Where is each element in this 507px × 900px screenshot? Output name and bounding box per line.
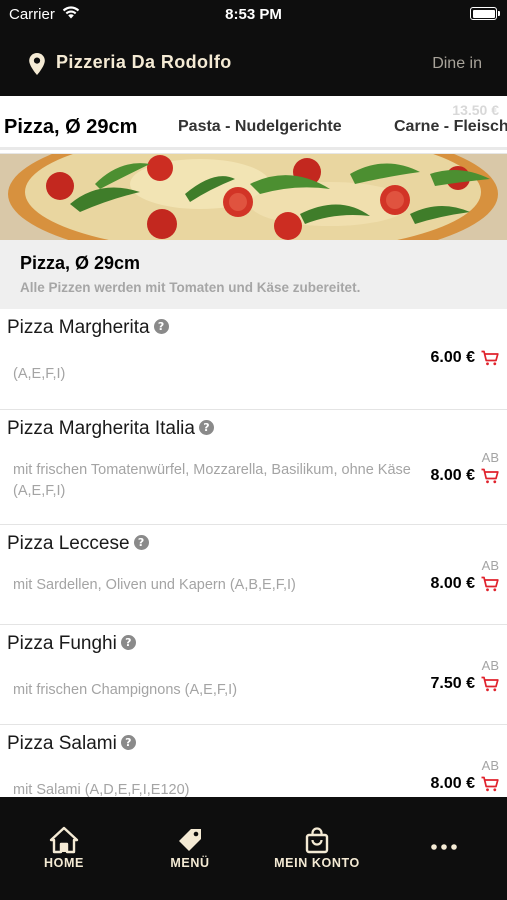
item-name: Pizza Salami bbox=[7, 733, 117, 754]
cart-icon[interactable] bbox=[481, 468, 499, 484]
item-price-row[interactable]: 8.00 € bbox=[431, 467, 499, 485]
menu-item[interactable]: Pizza Margherita ? (A,E,F,I) 6.00 € bbox=[0, 309, 507, 410]
item-price: 7.50 € bbox=[430, 675, 475, 692]
item-name-row: Pizza Leccese ? bbox=[7, 533, 149, 555]
nav-more[interactable] bbox=[389, 837, 499, 857]
item-description: mit Salami (A,D,E,F,I,E120) bbox=[13, 782, 190, 797]
info-icon[interactable]: ? bbox=[198, 419, 214, 435]
app-header: Pizzeria Da Rodolfo Dine in bbox=[0, 30, 507, 96]
item-description: mit frischen Tomatenwürfel, Mozzarella, … bbox=[13, 462, 411, 499]
item-name-row: Pizza Salami ? bbox=[7, 733, 136, 755]
category-description: Alle Pizzen werden mit Tomaten und Käse … bbox=[20, 280, 361, 295]
info-icon[interactable]: ? bbox=[120, 634, 136, 650]
tab-bar-divider bbox=[0, 147, 507, 150]
item-price-row[interactable]: 8.00 € bbox=[431, 575, 499, 593]
more-icon bbox=[389, 837, 499, 857]
info-icon[interactable]: ? bbox=[153, 318, 169, 334]
nav-menu-label: MENÜ bbox=[170, 856, 210, 870]
item-name: Pizza Margherita Italia bbox=[7, 418, 195, 439]
dine-in-toggle[interactable]: Dine in bbox=[432, 55, 482, 73]
category-header: Pizza, Ø 29cm Alle Pizzen werden mit Tom… bbox=[0, 240, 507, 309]
cart-icon[interactable] bbox=[481, 576, 499, 592]
menu-item[interactable]: Pizza Leccese ? mit Sardellen, Oliven un… bbox=[0, 525, 507, 625]
item-price-row[interactable]: 7.50 € bbox=[431, 675, 499, 693]
restaurant-name[interactable]: Pizzeria Da Rodolfo bbox=[56, 52, 232, 73]
item-name-row: Pizza Margherita ? bbox=[7, 317, 169, 339]
nav-account[interactable]: MEIN KONTO bbox=[262, 825, 372, 870]
nav-home-label: HOME bbox=[44, 856, 84, 870]
price-prefix: AB bbox=[481, 558, 499, 573]
cart-icon[interactable] bbox=[481, 350, 499, 366]
item-price: 8.00 € bbox=[430, 775, 475, 792]
item-price: 8.00 € bbox=[430, 575, 475, 592]
battery-icon bbox=[470, 7, 500, 20]
info-icon[interactable]: ? bbox=[133, 534, 149, 550]
item-price-row[interactable]: 6.00 € bbox=[431, 349, 499, 367]
item-price: 8.00 € bbox=[430, 467, 475, 484]
price-prefix: AB bbox=[481, 758, 499, 773]
item-price: 6.00 € bbox=[430, 349, 475, 366]
item-name-row: Pizza Funghi ? bbox=[7, 633, 136, 655]
item-description: (A,E,F,I) bbox=[13, 366, 66, 382]
menu-item[interactable]: Pizza Funghi ? mit frischen Champignons … bbox=[0, 625, 507, 725]
menu-item-list: Pizza Margherita ? (A,E,F,I) 6.00 € Pizz… bbox=[0, 309, 507, 797]
info-icon[interactable]: ? bbox=[120, 734, 136, 750]
cart-icon[interactable] bbox=[481, 776, 499, 792]
item-price-row[interactable]: 8.00 € bbox=[431, 775, 499, 793]
bottom-nav: HOME MENÜ MEIN KONTO bbox=[0, 797, 507, 900]
nav-home[interactable]: HOME bbox=[9, 825, 119, 870]
menu-item[interactable]: Pizza Salami ? mit Salami (A,D,E,F,I,E12… bbox=[0, 725, 507, 797]
menu-item[interactable]: Pizza Margherita Italia ? mit frischen T… bbox=[0, 410, 507, 525]
shopping-bag-icon bbox=[262, 825, 372, 855]
category-hero-image bbox=[0, 154, 507, 240]
item-name-row: Pizza Margherita Italia ? bbox=[7, 418, 214, 440]
location-pin-icon[interactable] bbox=[28, 52, 46, 81]
cart-icon[interactable] bbox=[481, 676, 499, 692]
tab-pizza[interactable]: Pizza, Ø 29cm bbox=[4, 116, 137, 139]
status-bar: Carrier 8:53 PM bbox=[0, 0, 507, 30]
tab-pasta[interactable]: Pasta - Nudelgerichte bbox=[178, 118, 342, 136]
home-icon bbox=[9, 825, 119, 855]
nav-account-label: MEIN KONTO bbox=[274, 856, 360, 870]
item-name: Pizza Margherita bbox=[7, 317, 150, 338]
item-description: mit frischen Champignons (A,E,F,I) bbox=[13, 682, 238, 698]
item-name: Pizza Leccese bbox=[7, 533, 130, 554]
item-name: Pizza Funghi bbox=[7, 633, 117, 654]
nav-menu[interactable]: MENÜ bbox=[135, 825, 245, 870]
clock: 8:53 PM bbox=[225, 6, 282, 23]
price-prefix: AB bbox=[481, 658, 499, 673]
tab-carne[interactable]: Carne - Fleisch bbox=[394, 118, 507, 136]
category-title: Pizza, Ø 29cm bbox=[20, 253, 141, 273]
tag-icon bbox=[135, 825, 245, 855]
category-tabs: 13.50 € Pizza, Ø 29cm Pasta - Nudelgeric… bbox=[0, 96, 507, 154]
price-prefix: AB bbox=[481, 450, 499, 465]
scrolled-price-ghost: 13.50 € bbox=[452, 102, 499, 118]
item-description: mit Sardellen, Oliven und Kapern (A,B,E,… bbox=[13, 577, 296, 593]
